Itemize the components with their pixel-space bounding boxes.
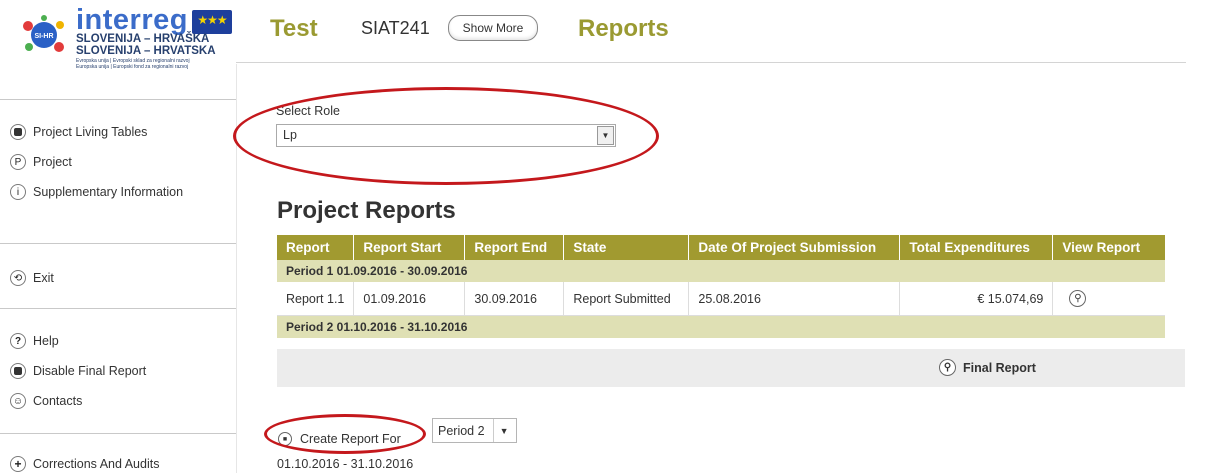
table-header-row: Report Report Start Report End State Dat… [277,235,1166,260]
contacts-icon: ☺ [10,393,26,409]
column-header: Total Expenditures [899,235,1054,260]
table-row: Report 1.1 01.09.2016 30.09.2016 Report … [277,282,1166,316]
column-header: View Report [1052,235,1166,260]
sidebar-item-label: Contacts [33,394,83,408]
state-cell: Report Submitted [563,282,690,316]
view-report-cell: ⚲ [1052,282,1166,316]
sidebar-separator [0,99,236,100]
si-hr-logo-icon: SI-HR [23,15,64,52]
final-report-label: Final Report [963,360,1036,375]
final-report-row: ⚲ Final Report [277,349,1185,387]
period-dates: 01.10.2016 - 31.10.2016 [277,457,414,471]
column-header: Report [277,235,355,260]
logo-line-2: SLOVENIJA – HRVATSKA [76,45,216,57]
sidebar-item-label: Help [33,334,59,348]
sidebar-item-contacts[interactable]: ☺ Contacts [10,390,82,412]
column-header: Report Start [353,235,466,260]
exit-icon: ⟲ [10,270,26,286]
report-cell: Report 1.1 [277,282,355,316]
sidebar-item-help[interactable]: ? Help [10,330,59,352]
sidebar-item-label: Project Living Tables [33,125,148,139]
table-icon [10,124,26,140]
info-icon: i [10,184,26,200]
total-expenditures-cell: € 15.074,69 [899,282,1054,316]
chevron-down-icon: ▼ [492,419,508,442]
sidebar-separator [0,243,236,244]
eu-flag-icon: ★★★ [192,10,232,34]
sidebar-item-label: Disable Final Report [33,364,147,378]
period-select[interactable]: Period 2 ▼ [432,418,517,443]
period-row: Period 1 01.09.2016 - 30.09.2016 [277,260,1166,282]
sidebar-item-supplementary-information[interactable]: i Supplementary Information [10,181,183,203]
sidebar-separator [0,308,236,309]
period-1-label: Period 1 01.09.2016 - 30.09.2016 [277,260,1166,282]
submission-date-cell: 25.08.2016 [688,282,901,316]
sidebar-item-corrections-and-audits[interactable]: + Corrections And Audits [10,453,159,475]
logo-small-2: Europska unija | Europski fond za region… [76,64,189,70]
project-code: SIAT241 [361,18,430,38]
annotation-ellipse-create [264,414,426,454]
sidebar-item-label: Supplementary Information [33,185,184,199]
svg-text:SI-HR: SI-HR [34,33,53,40]
reports-table: Report Report Start Report End State Dat… [277,235,1166,338]
show-more-button[interactable]: Show More [448,15,538,41]
report-start-cell: 01.09.2016 [353,282,466,316]
header-divider [236,62,1186,63]
period-2-label: Period 2 01.10.2016 - 31.10.2016 [277,315,1166,338]
annotation-ellipse-role [233,87,659,185]
period-row: Period 2 01.10.2016 - 31.10.2016 [277,315,1166,338]
column-header: State [563,235,690,260]
column-header: Report End [464,235,565,260]
period-select-value: Period 2 [438,423,485,438]
final-report-button[interactable]: ⚲ Final Report [939,359,1036,376]
sidebar-item-project-living-tables[interactable]: Project Living Tables [10,121,147,143]
sidebar-item-label: Project [33,155,72,169]
section-title: Reports [578,15,669,42]
sidebar-item-label: Exit [33,271,54,285]
project-reports-title: Project Reports [277,197,456,224]
sidebar-item-disable-final-report[interactable]: Disable Final Report [10,360,146,382]
sidebar-item-label: Corrections And Audits [33,457,160,471]
project-icon: P [10,154,26,170]
magnifier-icon: ⚲ [939,359,956,376]
report-end-cell: 30.09.2016 [464,282,565,316]
disable-icon [10,363,26,379]
help-icon: ? [10,333,26,349]
view-report-magnifier-icon[interactable]: ⚲ [1069,290,1087,307]
interreg-logo: SI-HR interreg ★★★ SLOVENIJA – HRVAŠKA S… [14,4,232,70]
project-title: Test [270,15,318,42]
sidebar-item-exit[interactable]: ⟲ Exit [10,267,54,289]
logo-line-1: SLOVENIJA – HRVAŠKA [76,33,210,45]
plus-icon: + [10,456,26,472]
sidebar-item-project[interactable]: P Project [10,151,72,173]
column-header: Date Of Project Submission [688,235,901,260]
sidebar-separator [0,433,236,434]
